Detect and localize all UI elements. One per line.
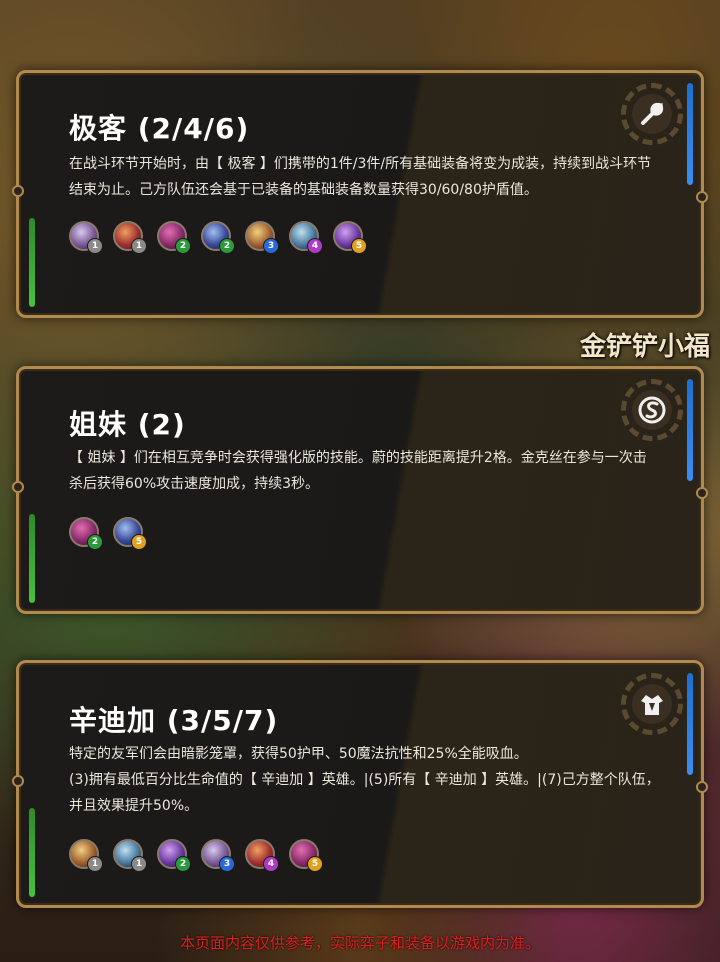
champion-list: 25: [69, 517, 147, 550]
cost-badge: 3: [219, 856, 235, 872]
cost-badge: 5: [307, 856, 323, 872]
champion-portrait[interactable]: 1: [113, 839, 147, 872]
cost-badge: 1: [131, 856, 147, 872]
trait-description: 在战斗环节开始时，由【 极客 】们携带的1件/3件/所有基础装备将变为成装，持续…: [69, 156, 652, 198]
champion-list: 1 1 2 3 4 5: [69, 839, 323, 872]
trait-description: 【 姐妹 】们在相互竞争时会获得强化版的技能。蔚的技能距离提升2格。金克丝在参与…: [69, 450, 647, 492]
champion-portrait[interactable]: 1: [69, 221, 103, 254]
champion-portrait[interactable]: 2: [69, 517, 103, 550]
champion-portrait[interactable]: 4: [245, 839, 279, 872]
cost-badge: 3: [263, 238, 279, 254]
frame-knob: [12, 775, 24, 787]
champion-portrait[interactable]: 2: [157, 839, 191, 872]
cost-badge: 2: [219, 238, 235, 254]
trait-emblem: [621, 673, 683, 735]
footer-note: 本页面内容仅供参考，实际弈子和装备以游戏内为准。: [179, 934, 540, 952]
frame-knob: [696, 487, 708, 499]
wrench-icon: [641, 102, 664, 125]
frame-knob: [12, 185, 24, 197]
frame-knob: [696, 781, 708, 793]
champion-portrait[interactable]: 5: [113, 517, 147, 550]
cost-badge: 2: [175, 238, 191, 254]
champion-portrait[interactable]: 1: [113, 221, 147, 254]
cost-badge: 5: [351, 238, 367, 254]
champion-portrait[interactable]: 5: [289, 839, 323, 872]
cost-badge: 4: [263, 856, 279, 872]
frame-knob: [12, 481, 24, 493]
trait-title: 姐妹 (2): [69, 408, 186, 441]
trait-emblem: [621, 83, 683, 145]
panel-accent-green: [29, 808, 35, 897]
watermark: 金铲铲小福: [579, 332, 710, 362]
champion-portrait[interactable]: 3: [201, 839, 235, 872]
trait-description: 特定的友军们会由暗影笼罩，获得50护甲、50魔法抗性和25%全能吸血。 (3)拥…: [69, 746, 660, 814]
champion-portrait[interactable]: 3: [245, 221, 279, 254]
trait-emblem: [621, 379, 683, 441]
panel-accent-green: [29, 218, 35, 307]
cost-badge: 1: [87, 238, 103, 254]
panel-accent-blue: [687, 379, 693, 481]
cost-badge: 1: [87, 856, 103, 872]
panel-accent-blue: [687, 673, 693, 775]
champion-portrait[interactable]: 2: [201, 221, 235, 254]
panel-accent-blue: [687, 83, 693, 185]
trait-panel-sisters: 姐妹 (2) 【 姐妹 】们在相互竞争时会获得强化版的技能。蔚的技能距离提升2格…: [12, 366, 708, 614]
champion-portrait[interactable]: 1: [69, 839, 103, 872]
panel-accent-green: [29, 514, 35, 603]
cost-badge: 2: [87, 534, 103, 550]
cost-badge: 1: [131, 238, 147, 254]
champion-portrait[interactable]: 5: [333, 221, 367, 254]
cloak-icon: [641, 695, 663, 715]
trait-title: 极客 (2/4/6): [69, 112, 250, 145]
trait-panel-geek: 极客 (2/4/6) 在战斗环节开始时，由【 极客 】们携带的1件/3件/所有基…: [12, 70, 708, 318]
cost-badge: 5: [131, 534, 147, 550]
trait-panel-syndicate: 辛迪加 (3/5/7) 特定的友军们会由暗影笼罩，获得50护甲、50魔法抗性和2…: [12, 660, 708, 908]
sisters-icon: [638, 396, 666, 424]
trait-title: 辛迪加 (3/5/7): [69, 704, 279, 737]
champion-portrait[interactable]: 4: [289, 221, 323, 254]
champion-portrait[interactable]: 2: [157, 221, 191, 254]
cost-badge: 4: [307, 238, 323, 254]
cost-badge: 2: [175, 856, 191, 872]
champion-list: 1 1 2 2 3 4 5: [69, 221, 367, 254]
frame-knob: [696, 191, 708, 203]
